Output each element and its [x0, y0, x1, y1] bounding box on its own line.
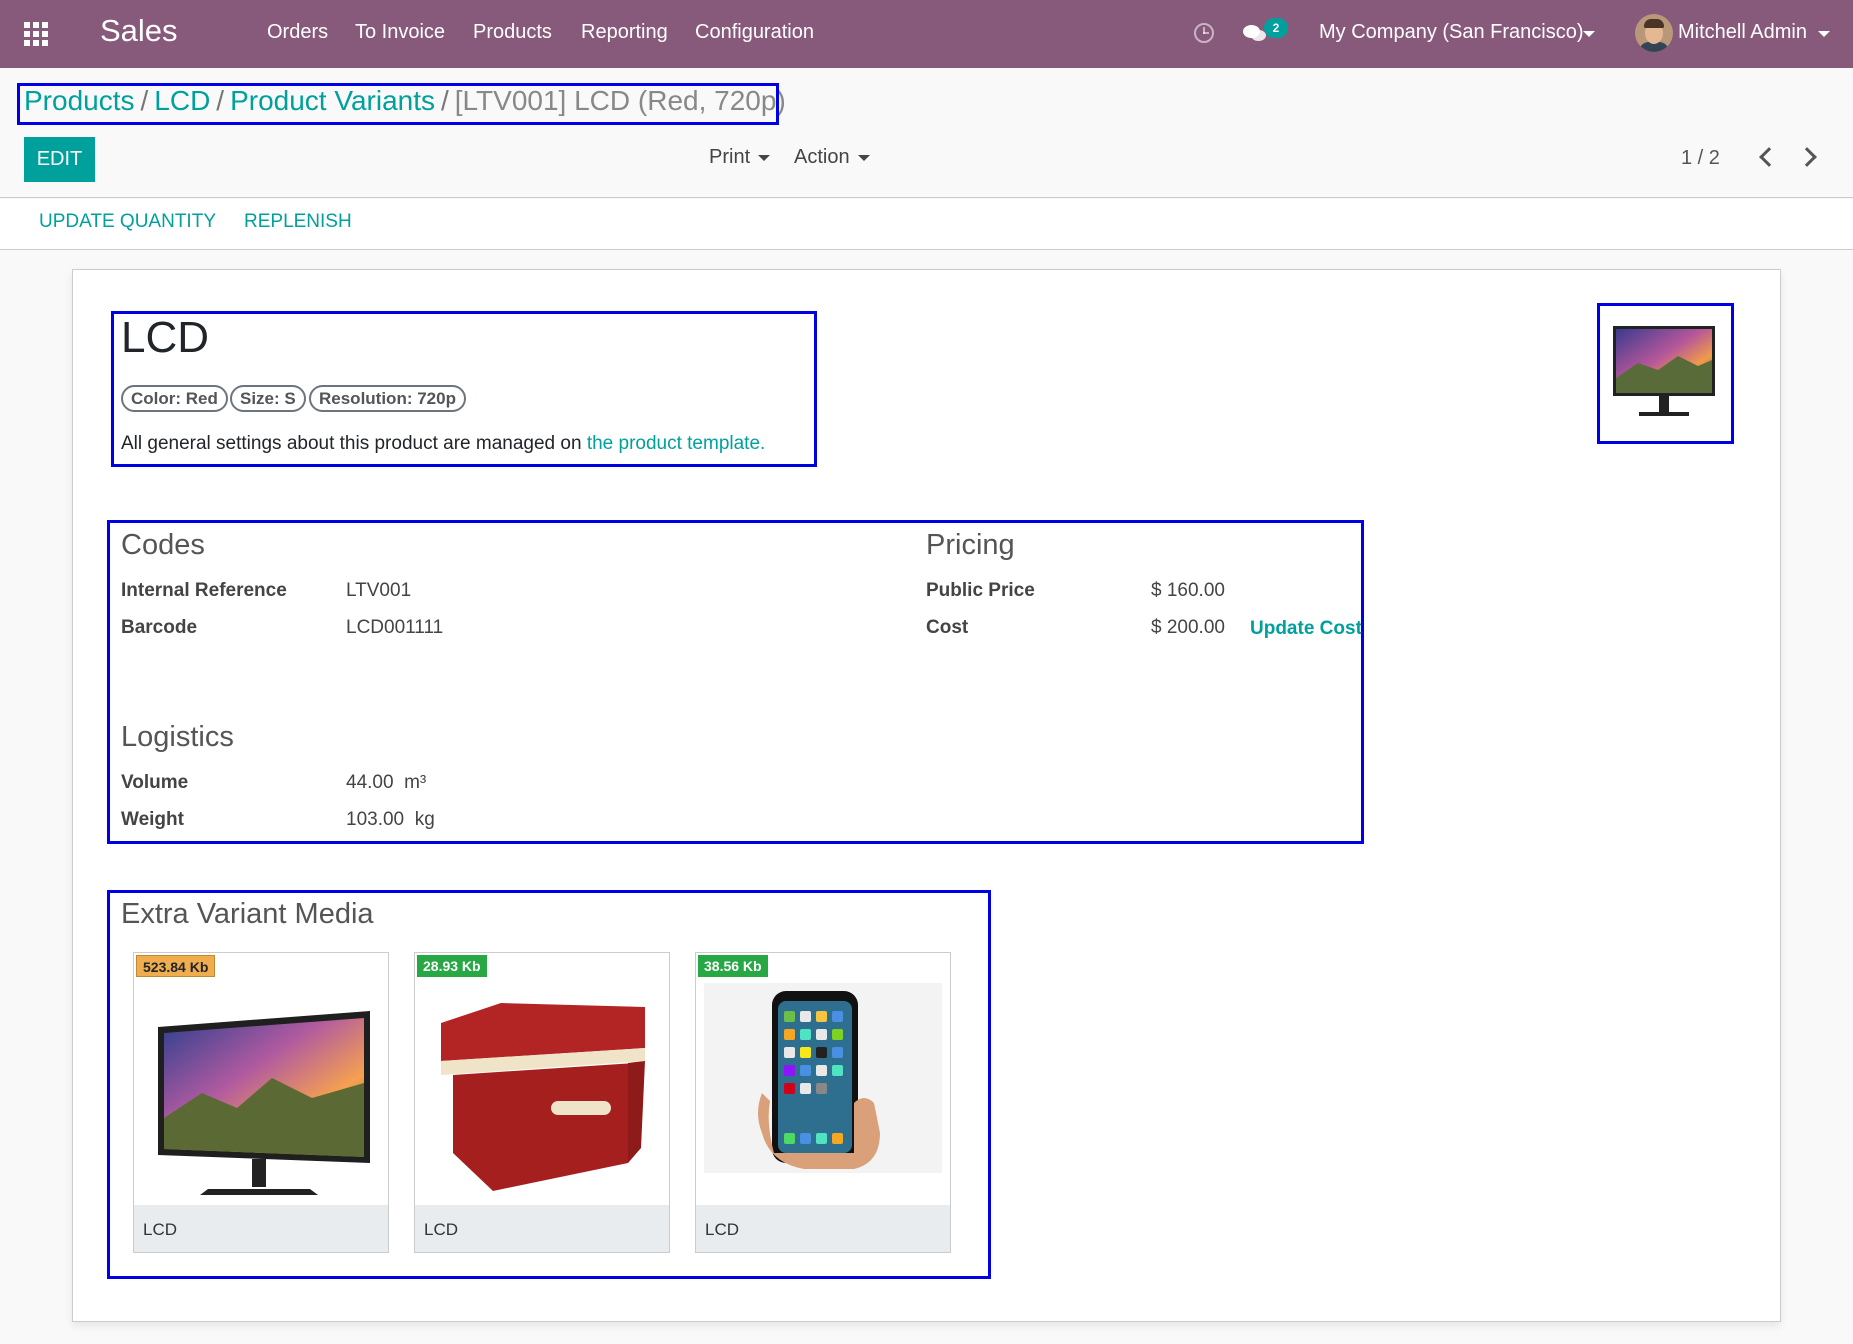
print-dropdown[interactable]: Print	[709, 146, 771, 169]
chevron-down-icon	[857, 154, 870, 161]
print-label: Print	[709, 146, 751, 168]
action-dropdown[interactable]: Action	[794, 146, 870, 169]
chat-count-badge: 2	[1264, 18, 1288, 38]
menu-to-invoice[interactable]: To Invoice	[355, 21, 445, 44]
user-menu[interactable]: Mitchell Admin	[1678, 21, 1807, 44]
app-name: Sales	[100, 13, 178, 48]
menu-orders[interactable]: Orders	[267, 21, 328, 44]
avatar[interactable]	[1635, 14, 1673, 52]
edit-button[interactable]: EDIT	[24, 137, 95, 182]
activity-clock-icon[interactable]	[1194, 23, 1214, 43]
chevron-left-icon[interactable]	[1759, 147, 1779, 167]
replenish-button[interactable]: REPLENISH	[244, 211, 352, 233]
company-switcher[interactable]: My Company (San Francisco)	[1319, 21, 1584, 44]
chevron-down-icon	[758, 154, 771, 161]
highlight-box	[1597, 303, 1734, 444]
chevron-down-icon	[1583, 31, 1595, 37]
menu-configuration[interactable]: Configuration	[695, 21, 814, 44]
pager-value[interactable]: 1 / 2	[1681, 147, 1720, 170]
menu-products[interactable]: Products	[473, 21, 552, 44]
divider	[0, 249, 1853, 250]
chevron-right-icon[interactable]	[1797, 147, 1817, 167]
chat-icon[interactable]	[1243, 25, 1266, 41]
apps-grid-icon[interactable]	[24, 22, 50, 46]
update-quantity-button[interactable]: UPDATE QUANTITY	[39, 211, 216, 233]
divider	[0, 197, 1853, 198]
highlight-box	[107, 520, 1364, 844]
chevron-down-icon	[1818, 31, 1830, 37]
top-navbar: Sales Orders To Invoice Products Reporti…	[0, 0, 1853, 68]
menu-reporting[interactable]: Reporting	[581, 21, 668, 44]
highlight-box	[111, 311, 817, 467]
highlight-box	[107, 890, 991, 1279]
highlight-box	[17, 83, 779, 125]
action-label: Action	[794, 146, 850, 168]
